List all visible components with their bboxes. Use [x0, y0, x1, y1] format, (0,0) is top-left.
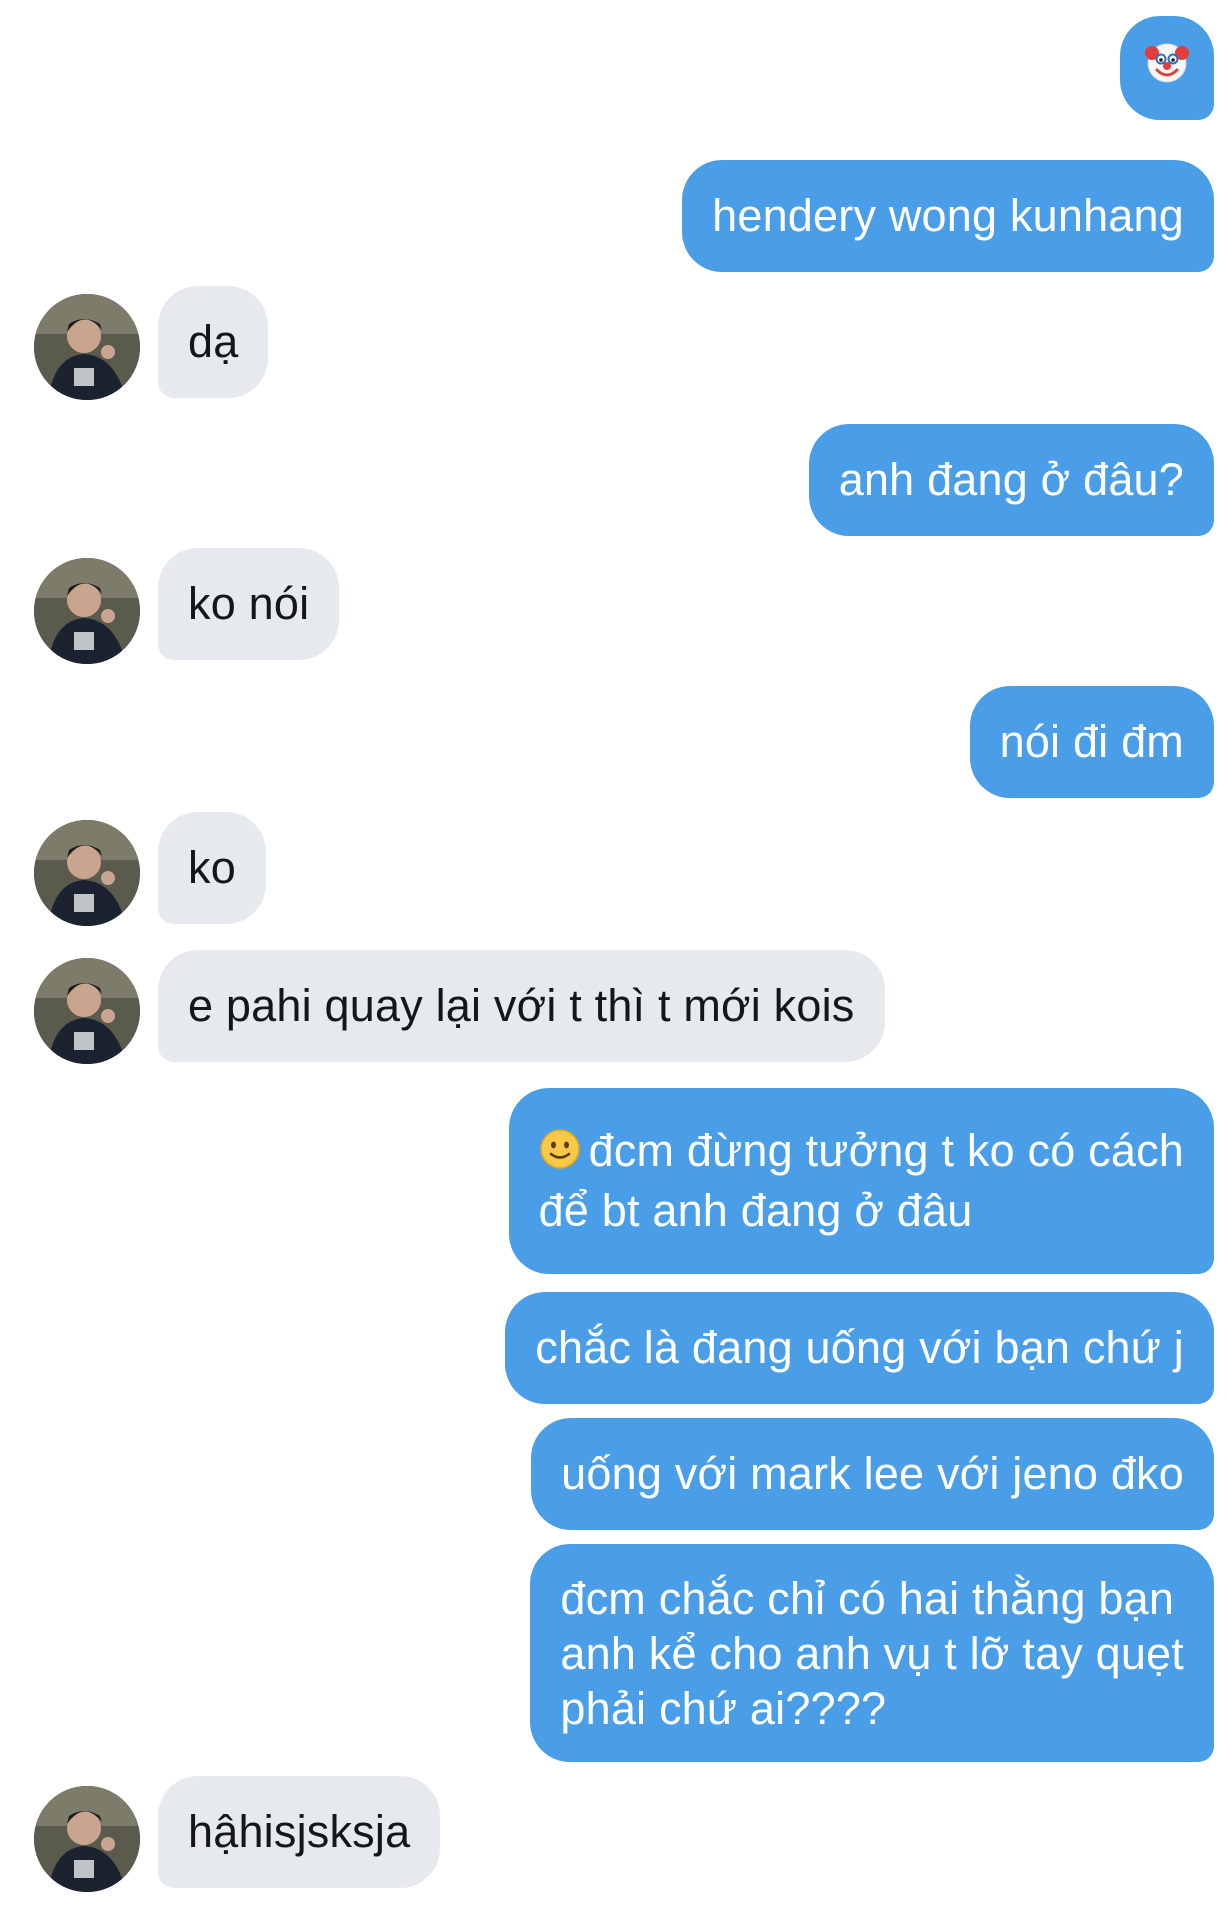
message-bubble-outgoing[interactable]: đcm chắc chỉ có hai thằng bạn anh kể cho… [530, 1544, 1214, 1762]
message-text: dạ [188, 316, 239, 367]
message-bubble-incoming[interactable]: hậhisjsksja [158, 1776, 441, 1888]
avatar[interactable] [34, 1786, 140, 1892]
message-bubble-outgoing[interactable]: anh đang ở đâu? [808, 424, 1214, 536]
message-text: uống với mark lee với jeno đko [561, 1448, 1184, 1499]
message-text: e pahi quay lại với t thì t mới kois [188, 980, 855, 1031]
message-bubble-incoming[interactable]: ko [158, 812, 266, 924]
message-text-line: đcm chắc chỉ có hai thằng bạn [560, 1572, 1175, 1624]
message-bubble-outgoing[interactable]: hendery wong kunhang [682, 160, 1214, 272]
message-text-line: để bt anh đang ở đâu [538, 1184, 973, 1236]
avatar[interactable] [34, 294, 140, 400]
message-text: ko nói [188, 578, 310, 629]
avatar-photo [34, 820, 140, 926]
message-text: chắc là đang uống với bạn chứ j [535, 1322, 1184, 1373]
avatar-photo [34, 558, 140, 664]
message-bubble-outgoing[interactable]: uống với mark lee với jeno đko [531, 1418, 1214, 1530]
avatar[interactable] [34, 558, 140, 664]
message-bubble-incoming[interactable]: e pahi quay lại với t thì t mới kois [158, 950, 885, 1062]
message-text: hậhisjsksja [188, 1806, 411, 1857]
message-text: anh đang ở đâu? [838, 454, 1184, 505]
message-bubble-incoming[interactable]: dạ [158, 286, 269, 398]
avatar[interactable] [34, 820, 140, 926]
message-bubble-outgoing[interactable]: chắc là đang uống với bạn chứ j [505, 1292, 1214, 1404]
avatar-photo [34, 294, 140, 400]
message-bubble-outgoing[interactable]: đcm đừng tưởng t ko có cách để bt anh đa… [508, 1088, 1214, 1274]
message-text: đcm chắc chỉ có hai thằng bạn anh kể cho… [560, 1571, 1184, 1736]
message-text: hendery wong kunhang [712, 190, 1184, 241]
clown-face-icon [1144, 39, 1190, 98]
message-bubble-outgoing-emoji[interactable] [1120, 16, 1214, 120]
message-text-line: phải chứ ai???? [560, 1682, 887, 1734]
avatar[interactable] [34, 958, 140, 1064]
message-bubble-incoming[interactable]: ko nói [158, 548, 340, 660]
avatar-photo [34, 958, 140, 1064]
message-text-line: anh kể cho anh vụ t lỡ tay quẹt [560, 1627, 1184, 1679]
message-text: đcm đừng tưởng t ko có cách để bt anh đa… [539, 1123, 1184, 1238]
slightly-smiling-face-icon [539, 1127, 581, 1183]
avatar-photo [34, 1786, 140, 1892]
message-text-line: đcm đừng tưởng t ko có cách [588, 1125, 1184, 1177]
message-bubble-outgoing[interactable]: nói đi đm [969, 686, 1214, 798]
message-text: ko [188, 842, 236, 893]
message-text: nói đi đm [999, 716, 1184, 767]
